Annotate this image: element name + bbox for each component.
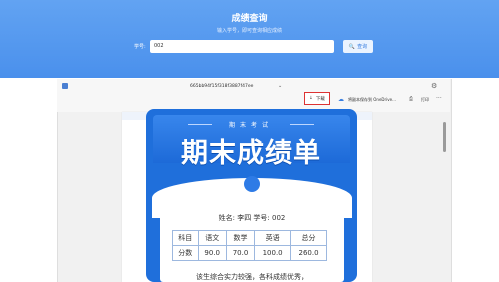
score-table: 科目 语文 数学 英语 总分 分数 90.0 70.0 100.0 260.0 bbox=[172, 230, 327, 261]
chevron-down-icon[interactable]: ⌄ bbox=[278, 83, 282, 89]
exam-label: 期末考试 bbox=[228, 122, 273, 129]
print-button[interactable]: 打印 bbox=[421, 97, 429, 103]
banner-subtitle: 输入学号，即可查询相应成绩 bbox=[216, 28, 282, 34]
table-cell: 数学 bbox=[225, 230, 256, 246]
cloud-icon[interactable]: ☁ bbox=[338, 96, 344, 103]
table-cell: 英语 bbox=[254, 230, 292, 246]
table-cell: 语文 bbox=[197, 230, 227, 246]
student-info: 姓名: 李四 学号: 002 bbox=[218, 214, 286, 222]
download-button[interactable]: ↓ 下载 bbox=[304, 92, 330, 105]
table-cell: 90.0 bbox=[197, 245, 227, 261]
printer-icon[interactable]: ⎙ bbox=[409, 96, 413, 102]
decorative-line bbox=[188, 124, 212, 125]
report-title: 期末成绩单 bbox=[181, 138, 321, 169]
table-header-row: 科目 语文 数学 英语 总分 bbox=[172, 230, 327, 246]
student-id-label: 学号: bbox=[134, 44, 146, 50]
table-cell: 科目 bbox=[172, 230, 199, 246]
banner-title: 成绩查询 bbox=[231, 14, 268, 24]
search-button[interactable]: 🔍 查询 bbox=[343, 40, 373, 53]
table-cell: 总分 bbox=[290, 230, 327, 246]
document-title[interactable]: 665bb94f15f318f3887f47ee bbox=[190, 84, 253, 89]
badge-circle bbox=[244, 176, 260, 192]
table-row: 分数 90.0 70.0 100.0 260.0 bbox=[172, 245, 327, 261]
decorative-line bbox=[290, 124, 314, 125]
viewer-toolbar bbox=[57, 79, 450, 112]
save-to-onedrive-button[interactable]: 将副本保存到 OneDrive... bbox=[348, 97, 396, 103]
table-cell: 100.0 bbox=[254, 245, 292, 261]
more-icon[interactable]: ··· bbox=[436, 95, 442, 102]
download-icon: ↓ bbox=[309, 96, 313, 101]
search-button-label: 查询 bbox=[357, 44, 368, 50]
table-cell: 260.0 bbox=[290, 245, 327, 261]
download-label: 下载 bbox=[315, 96, 325, 102]
app-icon bbox=[62, 83, 68, 89]
table-cell: 分数 bbox=[172, 245, 199, 261]
table-cell: 70.0 bbox=[225, 245, 256, 261]
gear-icon[interactable]: ⚙ bbox=[431, 82, 437, 90]
student-id-input[interactable]: 002 bbox=[150, 40, 334, 53]
search-icon: 🔍 bbox=[348, 43, 356, 50]
vertical-scrollbar[interactable] bbox=[443, 122, 446, 152]
comment-text: 该生综合实力较强，各科成绩优秀， bbox=[196, 273, 308, 281]
